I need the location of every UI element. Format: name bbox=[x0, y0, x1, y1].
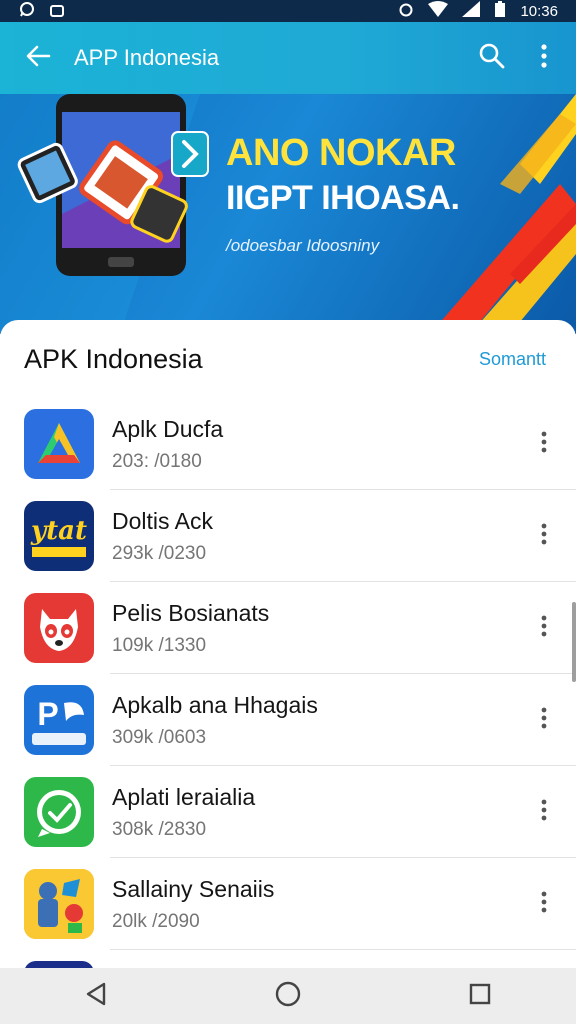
promo-banner[interactable]: ANO NOKAR IIGPT IHOASA. /odoesbar Idoosn… bbox=[0, 94, 576, 334]
green-chat-icon bbox=[24, 777, 94, 847]
item-menu-button[interactable] bbox=[520, 788, 568, 836]
app-name: Sallainy Senaiis bbox=[112, 875, 275, 902]
banner-subheadline: IIGPT IHOASA. bbox=[226, 179, 460, 217]
app-list-item[interactable]: P Apkalb ana Hhagais 309k /0603 bbox=[0, 674, 576, 766]
app-meta: 203: /0180 bbox=[112, 450, 202, 472]
app-name: Pelis Bosianats bbox=[112, 599, 270, 626]
back-triangle-icon bbox=[84, 981, 108, 1012]
blue-p-logo-icon: P bbox=[24, 685, 94, 755]
section-action-link[interactable]: Somantt bbox=[479, 349, 546, 370]
section-title: APK Indonesia bbox=[24, 343, 203, 374]
app-list-item[interactable]: Aplati leraialia 308k /2830 bbox=[0, 766, 576, 858]
app-list-item[interactable]: Aplk Ducfa 203: /0180 bbox=[0, 398, 576, 490]
app-name: Apkalb ana Hhagais bbox=[112, 691, 318, 718]
app-meta: 293k /0230 bbox=[112, 542, 207, 564]
status-bar: 10:36 bbox=[0, 0, 576, 22]
overflow-menu-button[interactable] bbox=[518, 32, 570, 84]
more-vertical-icon bbox=[541, 891, 547, 918]
signal-icon bbox=[462, 1, 481, 21]
dark-blue-logo-icon: ytat bbox=[24, 501, 94, 571]
app-list-item[interactable]: Pelis Bosianats 109k /1330 bbox=[0, 582, 576, 674]
app-name: Aplk Ducfa bbox=[112, 415, 224, 442]
app-name: Doltis Ack bbox=[112, 507, 213, 534]
panda-icon bbox=[24, 593, 94, 663]
wifi-icon bbox=[428, 1, 449, 21]
game-character-icon bbox=[24, 869, 94, 939]
scrollbar[interactable] bbox=[572, 602, 576, 682]
app-meta: 308k /2830 bbox=[112, 818, 207, 840]
banner-headline: ANO NOKAR bbox=[226, 132, 456, 174]
app-icon-text: P bbox=[37, 696, 58, 732]
back-arrow-icon bbox=[25, 44, 51, 73]
search-button[interactable] bbox=[466, 32, 518, 84]
item-menu-button[interactable] bbox=[520, 604, 568, 652]
item-menu-button[interactable] bbox=[520, 880, 568, 928]
banner-text: ANO NOKAR IIGPT IHOASA. /odoesbar Idoosn… bbox=[226, 132, 460, 256]
search-icon bbox=[478, 42, 506, 75]
nav-home-button[interactable] bbox=[256, 971, 320, 1021]
status-time: 10:36 bbox=[520, 2, 558, 20]
app-title: APP Indonesia bbox=[74, 45, 220, 70]
back-button[interactable] bbox=[10, 30, 66, 86]
triangle-logo-icon bbox=[24, 409, 94, 479]
app-list-item[interactable]: Sallainy Senaiis 20Ɩk /2090 bbox=[0, 858, 576, 950]
more-vertical-icon bbox=[541, 615, 547, 642]
battery-icon bbox=[494, 1, 506, 21]
recents-square-icon bbox=[468, 982, 492, 1011]
app-icon-text: ytat bbox=[30, 516, 87, 546]
image-icon bbox=[50, 5, 64, 17]
banner-tagline: /odoesbar Idoosniny bbox=[226, 236, 380, 255]
whatsapp-icon bbox=[18, 1, 36, 21]
app-list-item[interactable]: ytat Doltis Ack 293k /0230 bbox=[0, 490, 576, 582]
more-vertical-icon bbox=[541, 799, 547, 826]
more-vertical-icon bbox=[541, 707, 547, 734]
app-name: Aplati leraialia bbox=[112, 783, 256, 810]
item-menu-button[interactable] bbox=[520, 512, 568, 560]
app-list-card: APK Indonesia Somantt Aplk Ducfa 203: /0… bbox=[0, 320, 576, 968]
nav-back-button[interactable] bbox=[64, 971, 128, 1021]
section-header: APK Indonesia Somantt bbox=[0, 320, 576, 398]
home-circle-icon bbox=[274, 980, 302, 1013]
nav-recents-button[interactable] bbox=[448, 971, 512, 1021]
more-vertical-icon bbox=[540, 43, 548, 73]
item-menu-button[interactable] bbox=[520, 696, 568, 744]
app-meta: 20Ɩk /2090 bbox=[112, 910, 200, 932]
more-vertical-icon bbox=[541, 431, 547, 458]
app-meta: 309k /0603 bbox=[112, 726, 207, 748]
app-list-item[interactable] bbox=[0, 950, 576, 968]
app-bar: APP Indonesia bbox=[0, 22, 576, 94]
play-logo-icon bbox=[24, 961, 94, 968]
item-menu-button[interactable] bbox=[520, 420, 568, 468]
more-vertical-icon bbox=[541, 523, 547, 550]
app-meta: 109k /1330 bbox=[112, 634, 207, 656]
alarm-icon bbox=[398, 1, 414, 21]
system-nav-bar bbox=[0, 968, 576, 1024]
